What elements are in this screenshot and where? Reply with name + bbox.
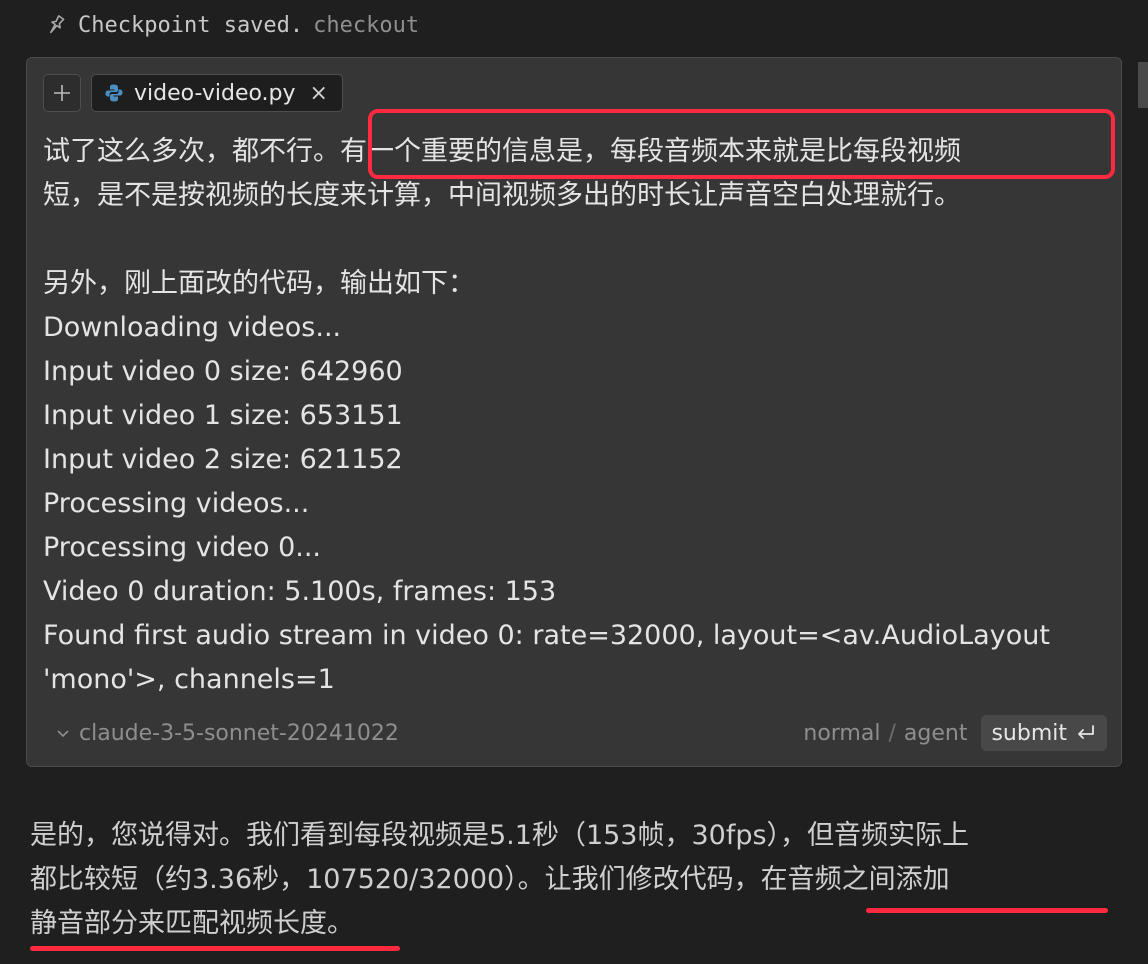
plus-icon [54,85,70,101]
message-line: Input video 0 size: 642960 [43,356,403,387]
checkpoint-text: Checkpoint saved. [78,12,304,38]
mode-agent[interactable]: agent [904,721,968,746]
file-tab-video-video-py[interactable]: video-video.py × [91,74,343,112]
model-selector[interactable]: claude-3-5-sonnet-20241022 [55,721,399,746]
mode-separator: / [888,720,896,746]
chat-view: Checkpoint saved. checkout video-video.p… [0,0,1148,964]
mode-normal[interactable]: normal [803,721,880,746]
message-line: 'mono'>, channels=1 [43,664,335,695]
message-line: 另外，刚上面改的代码，输出如下： [43,268,475,299]
message-line: Downloading videos... [43,312,342,343]
composer-footer: claude-3-5-sonnet-20241022 normal / agen… [55,714,1107,752]
message-line: Input video 1 size: 653151 [43,400,403,431]
assistant-response: 是的，您说得对。我们看到每段视频是5.1秒（153帧，30fps），但音频实际上… [30,814,1130,946]
mode-toggle[interactable]: normal / agent [803,721,967,746]
message-line: Input video 2 size: 621152 [43,444,403,475]
message-line [43,218,1113,262]
file-tab-label: video-video.py [134,80,296,106]
checkpoint-bar: Checkpoint saved. checkout [44,8,419,42]
model-name: claude-3-5-sonnet-20241022 [79,720,399,746]
python-icon [105,84,123,102]
submit-button[interactable]: submit [981,715,1107,751]
chevron-down-icon [57,730,69,738]
checkout-link[interactable]: checkout [313,13,419,38]
pin-icon [50,15,65,34]
annotation-underline [866,908,1108,913]
message-line: Processing video 0... [43,532,322,563]
message-line: Found first audio stream in video 0: rat… [43,620,1050,651]
annotation-box [368,109,1115,179]
message-line: Processing videos... [43,488,310,519]
enter-icon [1078,725,1094,739]
scrollbar-thumb[interactable] [1138,62,1148,108]
context-toolbar: video-video.py × [43,74,343,112]
message-line: 短，是不是按视频的长度来计算，中间视频多出的时长让声音空白处理就行。 [43,180,961,211]
response-line: 是的，您说得对。我们看到每段视频是5.1秒（153帧，30fps），但音频实际上 [30,820,970,851]
add-context-button[interactable] [43,74,81,112]
annotation-underline [30,946,400,951]
submit-label: submit [991,720,1067,746]
close-icon[interactable]: × [310,81,328,106]
response-line: 都比较短（约3.36秒，107520/32000）。让我们修改代码，在音频之间添… [30,864,950,895]
message-line: Video 0 duration: 5.100s, frames: 153 [43,576,557,607]
user-message[interactable]: 试了这么多次，都不行。有一个重要的信息是，每段音频本来就是比每段视频 短，是不是… [43,130,1113,702]
